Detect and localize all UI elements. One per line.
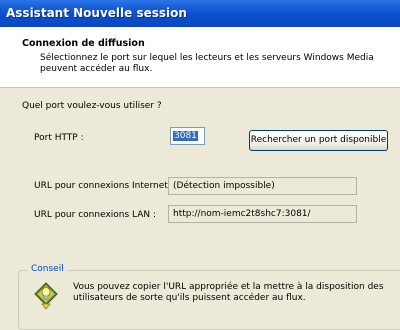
internet-url-field[interactable]: (Détection impossible) [168, 177, 357, 195]
port-input[interactable]: 3081 [170, 127, 205, 145]
port-input-value: 3081 [173, 131, 198, 141]
internet-url-label: URL pour connexions Internet : [34, 181, 174, 191]
port-question: Quel port voulez-vous utiliser ? [22, 101, 162, 111]
search-port-button[interactable]: Rechercher un port disponible [249, 130, 388, 151]
header-description: Sélectionnez le port sur lequel les lect… [40, 53, 374, 74]
tip-legend: Conseil [28, 264, 67, 274]
header-title: Connexion de diffusion [22, 38, 145, 49]
tip-text: Vous pouvez copier l'URL appropriée et l… [73, 282, 384, 303]
wizard-header: Connexion de diffusion Sélectionnez le p… [0, 27, 400, 88]
lightbulb-icon [34, 282, 58, 310]
port-label: Port HTTP : [34, 133, 84, 143]
lan-url-field[interactable]: http://nom-iemc2t8shc7:3081/ [168, 205, 357, 223]
lan-url-label: URL pour connexions LAN : [34, 210, 157, 220]
window-title: Assistant Nouvelle session [0, 0, 400, 27]
